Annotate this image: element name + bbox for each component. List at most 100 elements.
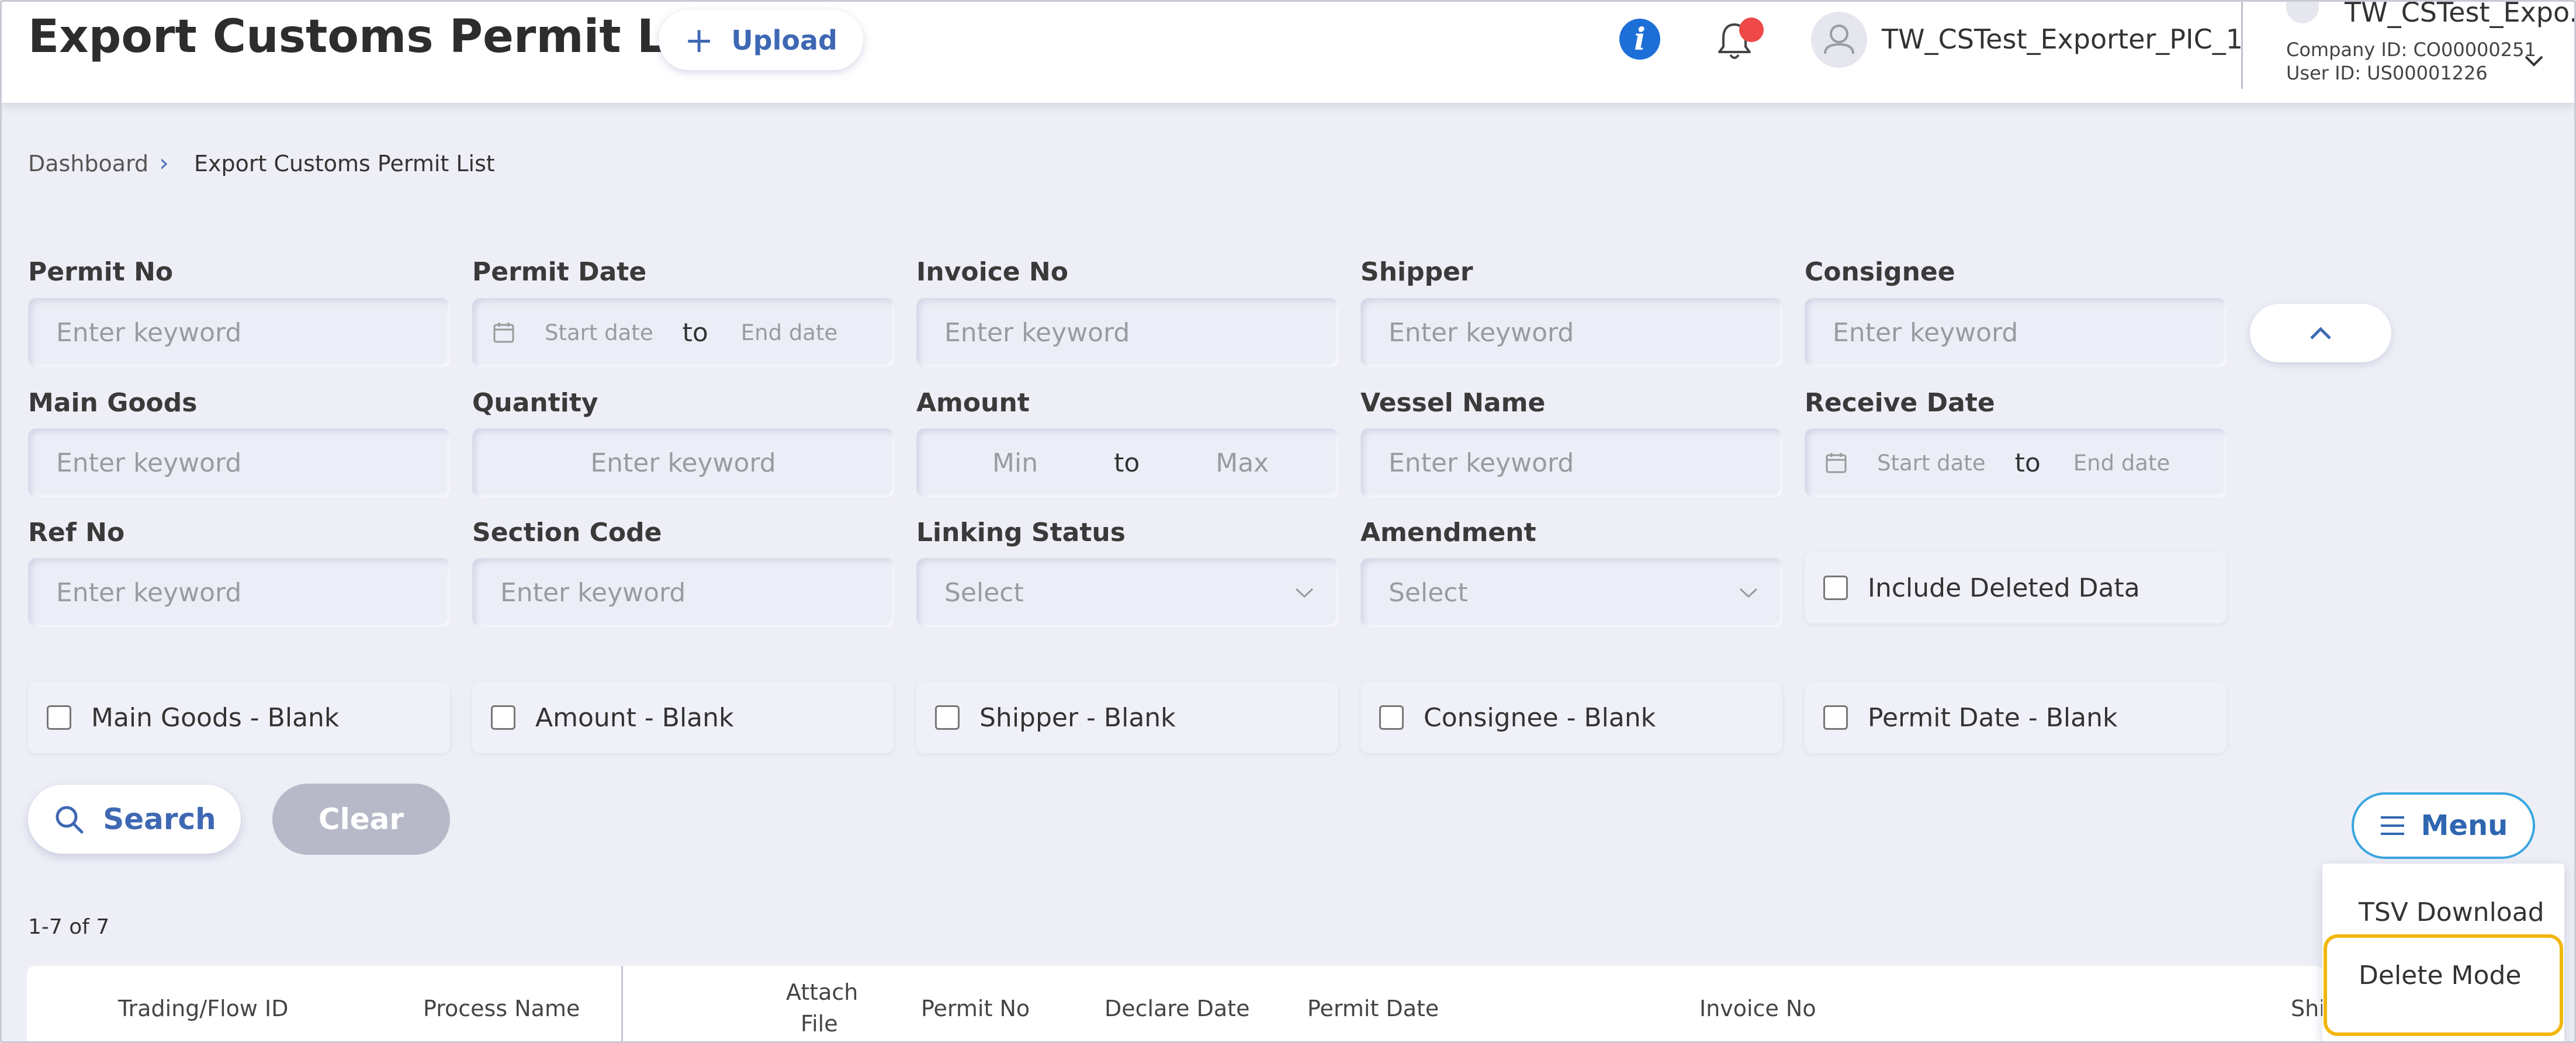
permit-no-label: Permit No xyxy=(28,257,174,287)
amount-range: Min to Max xyxy=(916,428,1338,497)
amount-max[interactable]: Max xyxy=(1216,448,1269,478)
vessel-name-field xyxy=(1360,428,1782,497)
permit-date-blank-option[interactable]: Permit Date - Blank xyxy=(1805,682,2227,753)
col-process-name[interactable]: Process Name xyxy=(423,996,580,1021)
col-attach-file-line1[interactable]: Attach xyxy=(786,979,858,1005)
consignee-blank-label: Consignee - Blank xyxy=(1424,702,1656,733)
user-id: User ID: US00001226 xyxy=(2286,62,2488,84)
main-goods-blank-label: Main Goods - Blank xyxy=(91,702,340,733)
menu-button[interactable]: Menu xyxy=(2352,792,2535,859)
vessel-name-input[interactable] xyxy=(1360,428,1782,497)
consignee-blank-checkbox[interactable] xyxy=(1379,705,1404,730)
amount-label: Amount xyxy=(916,388,1030,418)
company-id: Company ID: CO00000251 xyxy=(2286,39,2536,61)
permit-date-range[interactable]: Start date to End date xyxy=(472,298,894,367)
calendar-icon xyxy=(493,323,514,343)
shipper-field xyxy=(1360,298,1782,367)
receive-date-start[interactable]: Start date xyxy=(1877,451,1986,476)
amount-min[interactable]: Min xyxy=(992,448,1038,478)
main-goods-blank-option[interactable]: Main Goods - Blank xyxy=(28,682,450,753)
shipper-blank-checkbox[interactable] xyxy=(935,705,960,730)
user-avatar-icon[interactable] xyxy=(1811,12,1867,68)
shipper-blank-label: Shipper - Blank xyxy=(979,702,1176,733)
shipper-blank-option[interactable]: Shipper - Blank xyxy=(916,682,1338,753)
amount-blank-option[interactable]: Amount - Blank xyxy=(472,682,894,753)
invoice-no-input[interactable] xyxy=(916,298,1338,367)
consignee-blank-option[interactable]: Consignee - Blank xyxy=(1360,682,1782,753)
chevron-down-icon[interactable] xyxy=(2522,49,2546,72)
breadcrumb-current: Export Customs Permit List xyxy=(194,151,495,176)
linking-status-select[interactable]: Select xyxy=(916,558,1338,627)
menu-item-tsv-download[interactable]: TSV Download xyxy=(2359,898,2544,927)
section-code-input[interactable] xyxy=(472,558,894,627)
permit-no-input[interactable] xyxy=(28,298,450,367)
invoice-no-label: Invoice No xyxy=(916,257,1068,287)
receive-date-range[interactable]: Start date to End date xyxy=(1805,428,2227,497)
include-deleted-option[interactable]: Include Deleted Data xyxy=(1805,552,2227,623)
quantity-label: Quantity xyxy=(472,388,598,418)
invoice-no-field xyxy=(916,298,1338,367)
user-name[interactable]: TW_CSTest_Exporter_PIC_1 xyxy=(1882,23,2243,55)
top-header: Export Customs Permit List + Upload i TW… xyxy=(0,0,2576,103)
table-header-divider xyxy=(621,966,623,1043)
building-icon xyxy=(2286,0,2319,23)
chevron-down-icon xyxy=(1739,588,1758,598)
main-goods-label: Main Goods xyxy=(28,388,198,418)
ref-no-field xyxy=(28,558,450,627)
col-permit-no[interactable]: Permit No xyxy=(921,996,1030,1021)
clear-label: Clear xyxy=(318,802,404,836)
receive-date-end[interactable]: End date xyxy=(2073,451,2170,476)
search-button[interactable]: Search xyxy=(28,785,241,854)
upload-label: Upload xyxy=(731,24,837,56)
chevron-down-icon xyxy=(1295,588,1314,598)
notification-badge xyxy=(1739,18,1764,42)
upload-button[interactable]: + Upload xyxy=(659,10,863,70)
amendment-label: Amendment xyxy=(1360,518,1536,548)
plus-icon: + xyxy=(684,19,714,61)
search-icon xyxy=(56,806,84,834)
breadcrumb-dashboard[interactable]: Dashboard xyxy=(28,151,148,176)
include-deleted-label: Include Deleted Data xyxy=(1868,573,2140,603)
amendment-value: Select xyxy=(1389,577,1468,608)
shipper-input[interactable] xyxy=(1360,298,1782,367)
results-count: 1-7 of 7 xyxy=(28,915,110,939)
vessel-name-label: Vessel Name xyxy=(1360,388,1546,418)
ref-no-input[interactable] xyxy=(28,558,450,627)
permit-date-start[interactable]: Start date xyxy=(545,320,653,345)
permit-date-blank-checkbox[interactable] xyxy=(1823,705,1848,730)
clear-button[interactable]: Clear xyxy=(272,784,450,855)
section-code-label: Section Code xyxy=(472,518,662,548)
col-declare-date[interactable]: Declare Date xyxy=(1105,996,1249,1021)
consignee-field xyxy=(1805,298,2227,367)
amount-blank-label: Amount - Blank xyxy=(535,702,734,733)
amount-blank-checkbox[interactable] xyxy=(491,705,515,730)
main-goods-input[interactable] xyxy=(28,428,450,497)
company-name[interactable]: TW_CSTest_Expo... xyxy=(2345,0,2576,28)
search-label: Search xyxy=(103,802,216,836)
col-shipper[interactable]: Shi xyxy=(2291,996,2325,1021)
breadcrumb-separator: › xyxy=(159,148,169,177)
main-goods-blank-checkbox[interactable] xyxy=(47,705,71,730)
info-icon[interactable]: i xyxy=(1619,19,1660,60)
quantity-input[interactable] xyxy=(472,428,894,497)
chevron-up-icon xyxy=(2310,327,2331,339)
shipper-label: Shipper xyxy=(1360,257,1473,287)
col-permit-date[interactable]: Permit Date xyxy=(1307,996,1439,1021)
include-deleted-checkbox[interactable] xyxy=(1823,576,1848,600)
consignee-input[interactable] xyxy=(1805,298,2227,367)
amendment-select[interactable]: Select xyxy=(1360,558,1782,627)
collapse-filters-button[interactable] xyxy=(2250,304,2391,362)
receive-date-to: to xyxy=(2014,448,2041,478)
col-attach-file-line2[interactable]: File xyxy=(801,1011,838,1037)
ref-no-label: Ref No xyxy=(28,518,125,548)
menu-label: Menu xyxy=(2421,809,2508,842)
permit-no-field xyxy=(28,298,450,367)
header-divider xyxy=(2241,0,2243,89)
permit-date-end[interactable]: End date xyxy=(741,320,838,345)
linking-status-value: Select xyxy=(944,577,1024,608)
calendar-icon xyxy=(1826,453,1847,473)
page-title: Export Customs Permit List xyxy=(28,11,730,63)
consignee-label: Consignee xyxy=(1805,257,1955,287)
col-invoice-no[interactable]: Invoice No xyxy=(1699,996,1816,1021)
col-trading-flow-id[interactable]: Trading/Flow ID xyxy=(118,996,289,1021)
